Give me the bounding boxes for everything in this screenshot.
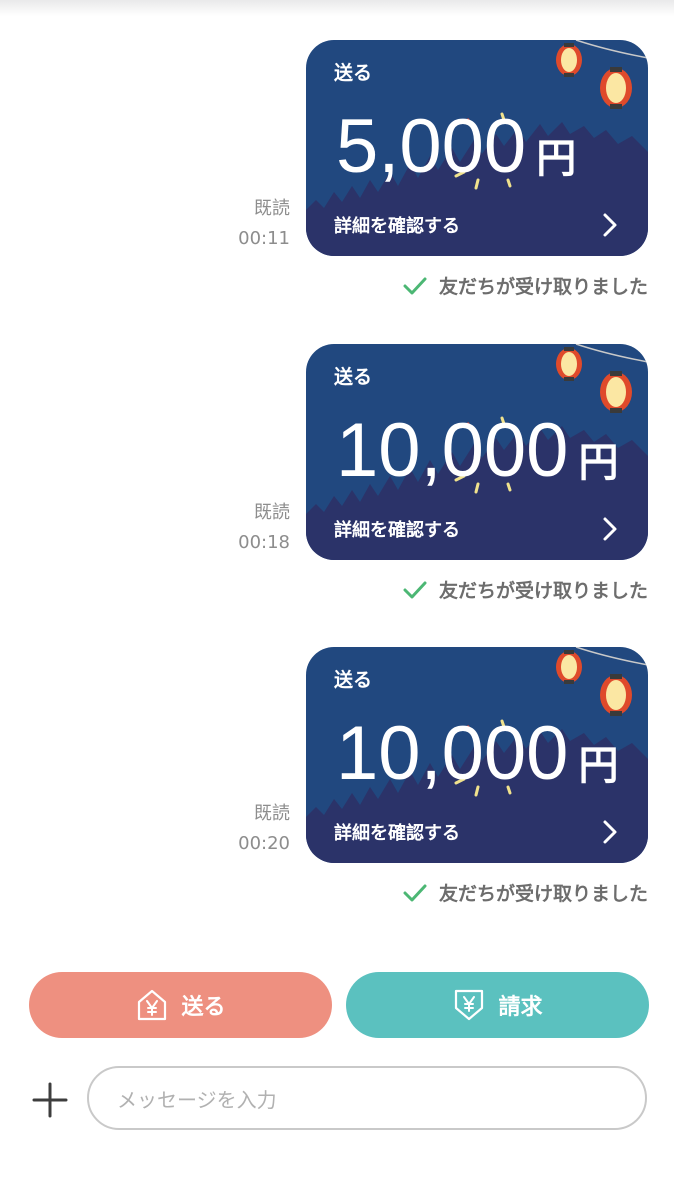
received-text: 友だちが受け取りました bbox=[438, 883, 648, 905]
received-text: 友だちが受け取りました bbox=[438, 276, 648, 298]
yen-send-icon bbox=[138, 989, 167, 1021]
card-amount: 5,000 円 bbox=[336, 102, 576, 204]
received-status: 友だちが受け取りました bbox=[403, 272, 648, 299]
card-amount: 10,000 円 bbox=[336, 406, 618, 508]
request-button[interactable]: 請求 bbox=[346, 972, 649, 1038]
lantern-icon bbox=[556, 43, 582, 77]
received-text: 友だちが受け取りました bbox=[438, 580, 648, 602]
card-amount: 10,000 円 bbox=[336, 709, 618, 811]
read-receipt: 既読 bbox=[254, 502, 290, 523]
received-status: 友だちが受け取りました bbox=[403, 879, 648, 906]
card-detail-link[interactable]: 詳細を確認する bbox=[334, 819, 460, 845]
message-meta: 既読 00:20 bbox=[170, 799, 290, 859]
card-detail-link[interactable]: 詳細を確認する bbox=[334, 516, 460, 542]
lantern-icon bbox=[600, 67, 632, 109]
plus-icon[interactable] bbox=[30, 1080, 70, 1120]
card-label: 送る bbox=[334, 669, 373, 691]
check-icon bbox=[403, 581, 427, 598]
send-button-label: 送る bbox=[181, 995, 226, 1020]
message-meta: 既読 00:18 bbox=[170, 498, 290, 558]
payment-message: 既読 00:18 送る 10,000 円 詳細を確認する 友だちが受け取りました bbox=[0, 344, 674, 624]
message-meta: 既読 00:11 bbox=[170, 194, 290, 254]
lantern-icon bbox=[556, 347, 582, 381]
send-button[interactable]: 送る bbox=[29, 972, 332, 1038]
message-input[interactable]: メッセージを入力 bbox=[87, 1066, 647, 1130]
check-icon bbox=[403, 884, 427, 901]
received-status: 友だちが受け取りました bbox=[403, 576, 648, 603]
payment-card[interactable]: 送る 5,000 円 詳細を確認する bbox=[306, 40, 648, 256]
amount-value: 10,000 bbox=[336, 408, 569, 493]
amount-value: 5,000 bbox=[336, 104, 527, 189]
lantern-icon bbox=[556, 650, 582, 684]
read-receipt: 既読 bbox=[254, 803, 290, 824]
payment-card[interactable]: 送る 10,000 円 詳細を確認する bbox=[306, 647, 648, 863]
currency-label: 円 bbox=[536, 136, 577, 182]
chevron-right-icon bbox=[603, 213, 617, 237]
payment-card[interactable]: 送る 10,000 円 詳細を確認する bbox=[306, 344, 648, 560]
card-detail-link[interactable]: 詳細を確認する bbox=[334, 212, 460, 238]
message-input-placeholder: メッセージを入力 bbox=[117, 1087, 277, 1112]
card-label: 送る bbox=[334, 62, 373, 84]
request-button-label: 請求 bbox=[498, 995, 543, 1020]
payment-message: 既読 00:20 送る 10,000 円 詳細を確認する 友だちが受け取りました bbox=[0, 647, 674, 927]
message-time: 00:18 bbox=[238, 532, 290, 553]
read-receipt: 既読 bbox=[254, 198, 290, 219]
message-time: 00:11 bbox=[238, 228, 290, 249]
currency-label: 円 bbox=[578, 743, 619, 789]
check-icon bbox=[403, 277, 427, 294]
card-label: 送る bbox=[334, 366, 373, 388]
currency-label: 円 bbox=[578, 440, 619, 486]
amount-value: 10,000 bbox=[336, 711, 569, 796]
yen-request-icon bbox=[455, 989, 484, 1021]
chevron-right-icon bbox=[603, 820, 617, 844]
top-shadow bbox=[0, 0, 674, 16]
payment-message: 既読 00:11 送る 5,000 円 詳細を確認する 友だちが受け取りました bbox=[0, 40, 674, 320]
message-time: 00:20 bbox=[238, 833, 290, 854]
chevron-right-icon bbox=[603, 517, 617, 541]
